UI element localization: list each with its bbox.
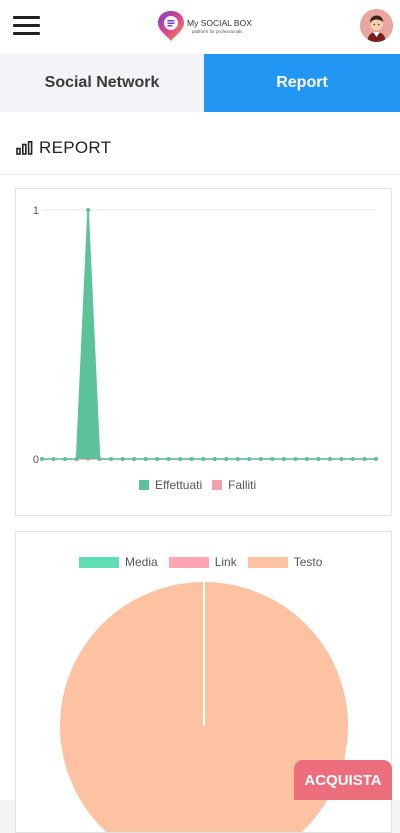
data-point [235, 457, 240, 461]
tab-report[interactable]: Report [204, 54, 400, 112]
data-point [201, 457, 206, 461]
activity-chart-card: 01 Effettuati Falliti [15, 188, 392, 516]
data-point [189, 457, 194, 461]
acquista-button[interactable]: ACQUISTA [294, 760, 392, 800]
legend-label-falliti: Falliti [228, 478, 257, 492]
legend-swatch-falliti [212, 480, 223, 490]
bar-chart-icon [16, 141, 33, 155]
avatar-icon [360, 9, 393, 42]
data-point [97, 457, 102, 461]
data-point [212, 457, 217, 461]
data-point [293, 457, 298, 461]
tab-bar: Social Network Report [0, 54, 400, 112]
report-heading: REPORT [16, 137, 111, 159]
data-point [362, 457, 367, 461]
report-title: REPORT [39, 138, 112, 157]
data-point [374, 457, 378, 461]
data-point [63, 457, 68, 461]
data-point [120, 457, 125, 461]
tab-social-network[interactable]: Social Network [0, 54, 204, 112]
data-point [304, 457, 309, 461]
report-section: REPORT 01 Effettuati Falliti Media Link … [0, 112, 400, 833]
activity-chart-legend: Effettuati Falliti [139, 478, 256, 492]
data-point [316, 457, 321, 461]
activity-line-chart: 01 [33, 205, 378, 466]
data-point [86, 208, 91, 212]
data-point [247, 457, 252, 461]
data-point [40, 457, 44, 461]
data-point [143, 457, 148, 461]
y-tick-label: 0 [33, 454, 39, 466]
data-point [281, 457, 286, 461]
app-header: My SOCIAL BOX platform for professionals [0, 0, 400, 54]
hamburger-menu-icon[interactable] [13, 16, 40, 36]
legend-label-effettuati: Effettuati [155, 478, 203, 492]
divider [0, 174, 400, 175]
logo-icon [158, 11, 184, 41]
data-point [339, 457, 344, 461]
app-logo[interactable]: My SOCIAL BOX platform for professionals [156, 10, 266, 44]
data-point [258, 457, 263, 461]
y-tick-label: 1 [33, 205, 39, 217]
user-avatar[interactable] [360, 9, 393, 42]
data-point [166, 457, 171, 461]
data-point [270, 457, 275, 461]
data-point [51, 457, 56, 461]
data-point [132, 457, 137, 461]
data-point [327, 457, 332, 461]
data-point [155, 457, 160, 461]
data-point [178, 457, 183, 461]
legend-swatch-effettuati [139, 480, 149, 490]
data-point [224, 457, 229, 461]
logo-name: My SOCIAL BOX [187, 18, 252, 28]
logo-tagline: platform for professionals [192, 29, 243, 34]
series-area [42, 210, 376, 459]
data-point [74, 457, 79, 461]
data-point [109, 457, 114, 461]
data-point [350, 457, 355, 461]
